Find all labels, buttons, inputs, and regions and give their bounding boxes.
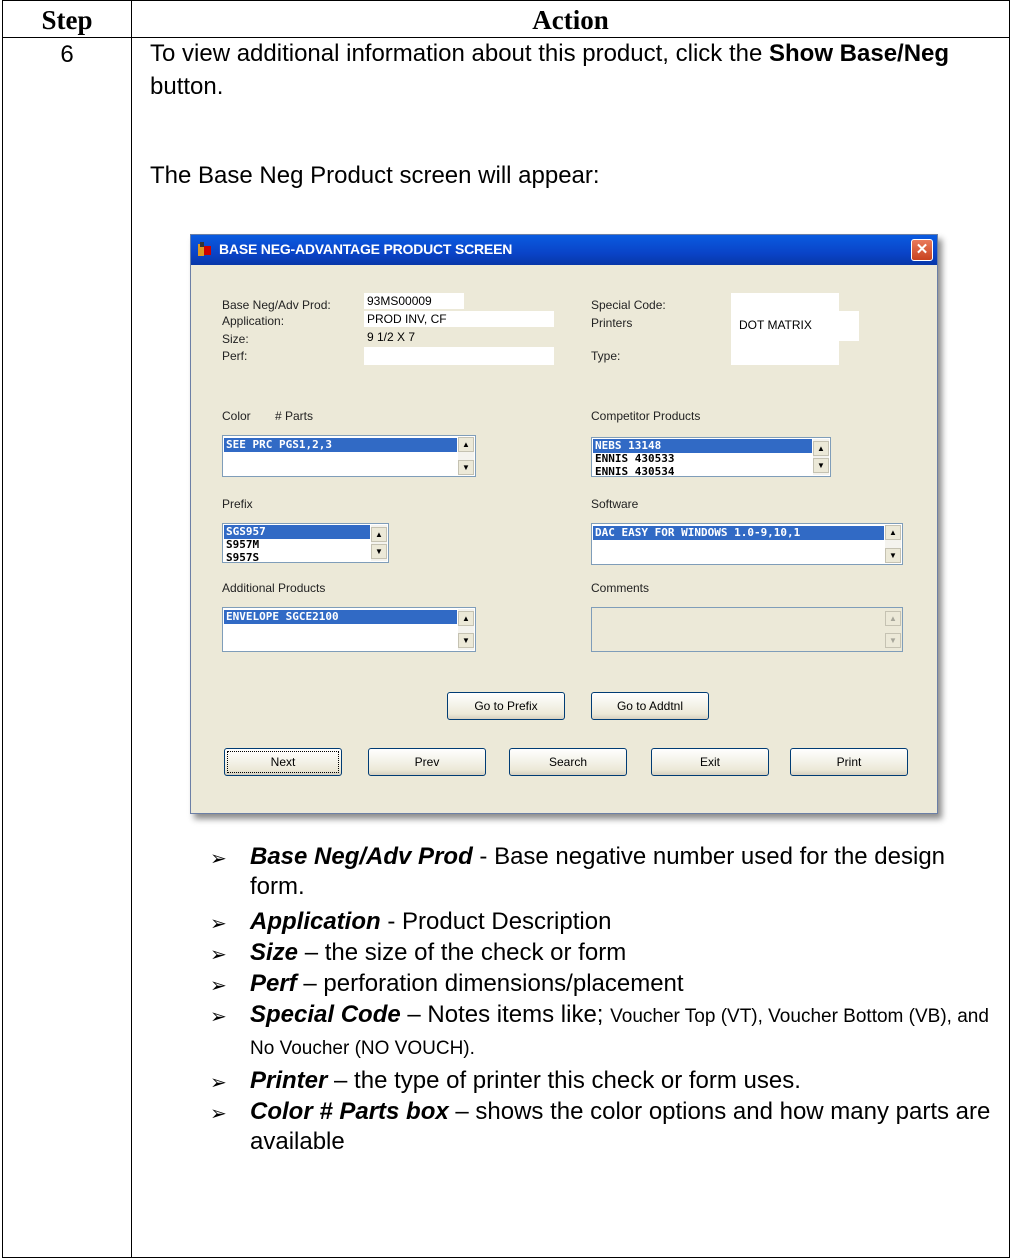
app-icon [198, 242, 211, 256]
perf-field[interactable] [364, 347, 554, 365]
next-button[interactable]: Next [224, 748, 342, 776]
label-parts: # Parts [275, 409, 314, 423]
list-item[interactable]: NEBS 13148 [593, 439, 812, 453]
label-additional: Additional Products [222, 581, 326, 595]
scrollbar[interactable]: ▲ ▼ [458, 437, 474, 475]
base-neg-field[interactable]: 93MS00009 [364, 293, 464, 309]
additional-products-list[interactable]: ENVELOPE SGCE2100 ▲ ▼ [222, 607, 476, 652]
software-list[interactable]: DAC EASY FOR WINDOWS 1.0-9,10,1 ▲ ▼ [591, 523, 903, 565]
exit-button[interactable]: Exit [651, 748, 769, 776]
scroll-up-icon[interactable]: ▲ [371, 527, 387, 542]
dialog-titlebar: BASE NEG-ADVANTAGE PRODUCT SCREEN ✕ [191, 235, 937, 265]
label-type: Type: [591, 349, 621, 363]
label-competitor: Competitor Products [591, 409, 701, 423]
label-special-code: Special Code: [591, 298, 666, 312]
prev-button[interactable]: Prev [368, 748, 486, 776]
scroll-down-icon[interactable]: ▼ [458, 633, 474, 648]
base-neg-dialog: BASE NEG-ADVANTAGE PRODUCT SCREEN ✕ Base… [190, 234, 938, 814]
arrow-bullet-icon: ➢ [210, 944, 227, 966]
label-prefix: Prefix [222, 497, 253, 511]
go-to-prefix-button[interactable]: Go to Prefix [447, 692, 565, 720]
header-step: Step [41, 5, 93, 35]
step-number: 6 [60, 41, 74, 68]
prefix-list[interactable]: SGS957 S957M S957S ▲ ▼ [222, 523, 389, 563]
list-item[interactable]: ENVELOPE SGCE2100 [224, 610, 457, 624]
competitor-list[interactable]: NEBS 13148 ENNIS 430533 ENNIS 430534 ▲ ▼ [591, 437, 831, 477]
label-software: Software [591, 497, 639, 511]
close-button[interactable]: ✕ [911, 239, 933, 261]
header-action: Action [532, 5, 609, 35]
type-field[interactable] [731, 341, 839, 365]
arrow-bullet-icon: ➢ [210, 848, 227, 870]
label-color: Color [222, 409, 251, 423]
scroll-up-icon[interactable]: ▲ [458, 611, 474, 626]
bullet-base-neg: ➢ Base Neg/Adv Prod - Base negative numb… [210, 843, 946, 900]
show-base-neg-term: Show Base/Neg [769, 40, 950, 67]
scroll-down-icon[interactable]: ▼ [885, 633, 901, 648]
arrow-bullet-icon: ➢ [210, 913, 227, 935]
list-item[interactable]: DAC EASY FOR WINDOWS 1.0-9,10,1 [593, 526, 884, 540]
scroll-down-icon[interactable]: ▼ [458, 460, 474, 475]
scrollbar[interactable]: ▲ ▼ [371, 525, 387, 561]
printers-field[interactable]: DOT MATRIX [731, 311, 859, 341]
label-printers: Printers [591, 316, 633, 330]
list-item[interactable]: SEE PRC PGS1,2,3 [224, 438, 457, 452]
arrow-bullet-icon: ➢ [210, 975, 227, 997]
arrow-bullet-icon: ➢ [210, 1006, 227, 1028]
screen-note: The Base Neg Product screen will appear: [150, 162, 600, 189]
print-button[interactable]: Print [790, 748, 908, 776]
list-item[interactable]: S957S [224, 552, 370, 562]
label-base-neg: Base Neg/Adv Prod: [222, 298, 331, 312]
label-size: Size: [222, 332, 249, 346]
application-field[interactable]: PROD INV, CF [364, 311, 554, 327]
list-item[interactable]: SGS957 [224, 525, 370, 539]
special-code-field[interactable] [731, 293, 839, 311]
scroll-down-icon[interactable]: ▼ [885, 548, 901, 563]
scrollbar[interactable]: ▲ ▼ [885, 609, 901, 650]
list-item[interactable]: ENNIS 430533 [593, 453, 812, 465]
arrow-bullet-icon: ➢ [210, 1072, 227, 1094]
arrow-bullet-icon: ➢ [210, 1103, 227, 1125]
scroll-down-icon[interactable]: ▼ [371, 544, 387, 559]
list-item[interactable]: ENNIS 430534 [593, 466, 812, 476]
scroll-down-icon[interactable]: ▼ [813, 458, 829, 473]
label-perf: Perf: [222, 349, 248, 363]
color-parts-list[interactable]: SEE PRC PGS1,2,3 ▲ ▼ [222, 435, 476, 477]
scrollbar[interactable]: ▲ ▼ [458, 609, 474, 650]
comments-box[interactable]: ▲ ▼ [591, 607, 903, 652]
size-field[interactable]: 9 1/2 X 7 [364, 329, 454, 345]
scroll-up-icon[interactable]: ▲ [813, 441, 829, 456]
go-to-addtnl-button[interactable]: Go to Addtnl [591, 692, 709, 720]
intro-paragraph: To view additional information about thi… [150, 40, 950, 100]
scroll-up-icon[interactable]: ▲ [885, 525, 901, 540]
scroll-up-icon[interactable]: ▲ [458, 437, 474, 452]
scrollbar[interactable]: ▲ ▼ [885, 525, 901, 563]
scroll-up-icon[interactable]: ▲ [885, 611, 901, 626]
scrollbar[interactable]: ▲ ▼ [813, 439, 829, 475]
search-button[interactable]: Search [509, 748, 627, 776]
label-comments: Comments [591, 581, 650, 595]
dialog-title: BASE NEG-ADVANTAGE PRODUCT SCREEN [219, 241, 513, 257]
label-application: Application: [222, 314, 285, 328]
column-divider [131, 1, 132, 1257]
list-item[interactable]: S957M [224, 539, 370, 551]
